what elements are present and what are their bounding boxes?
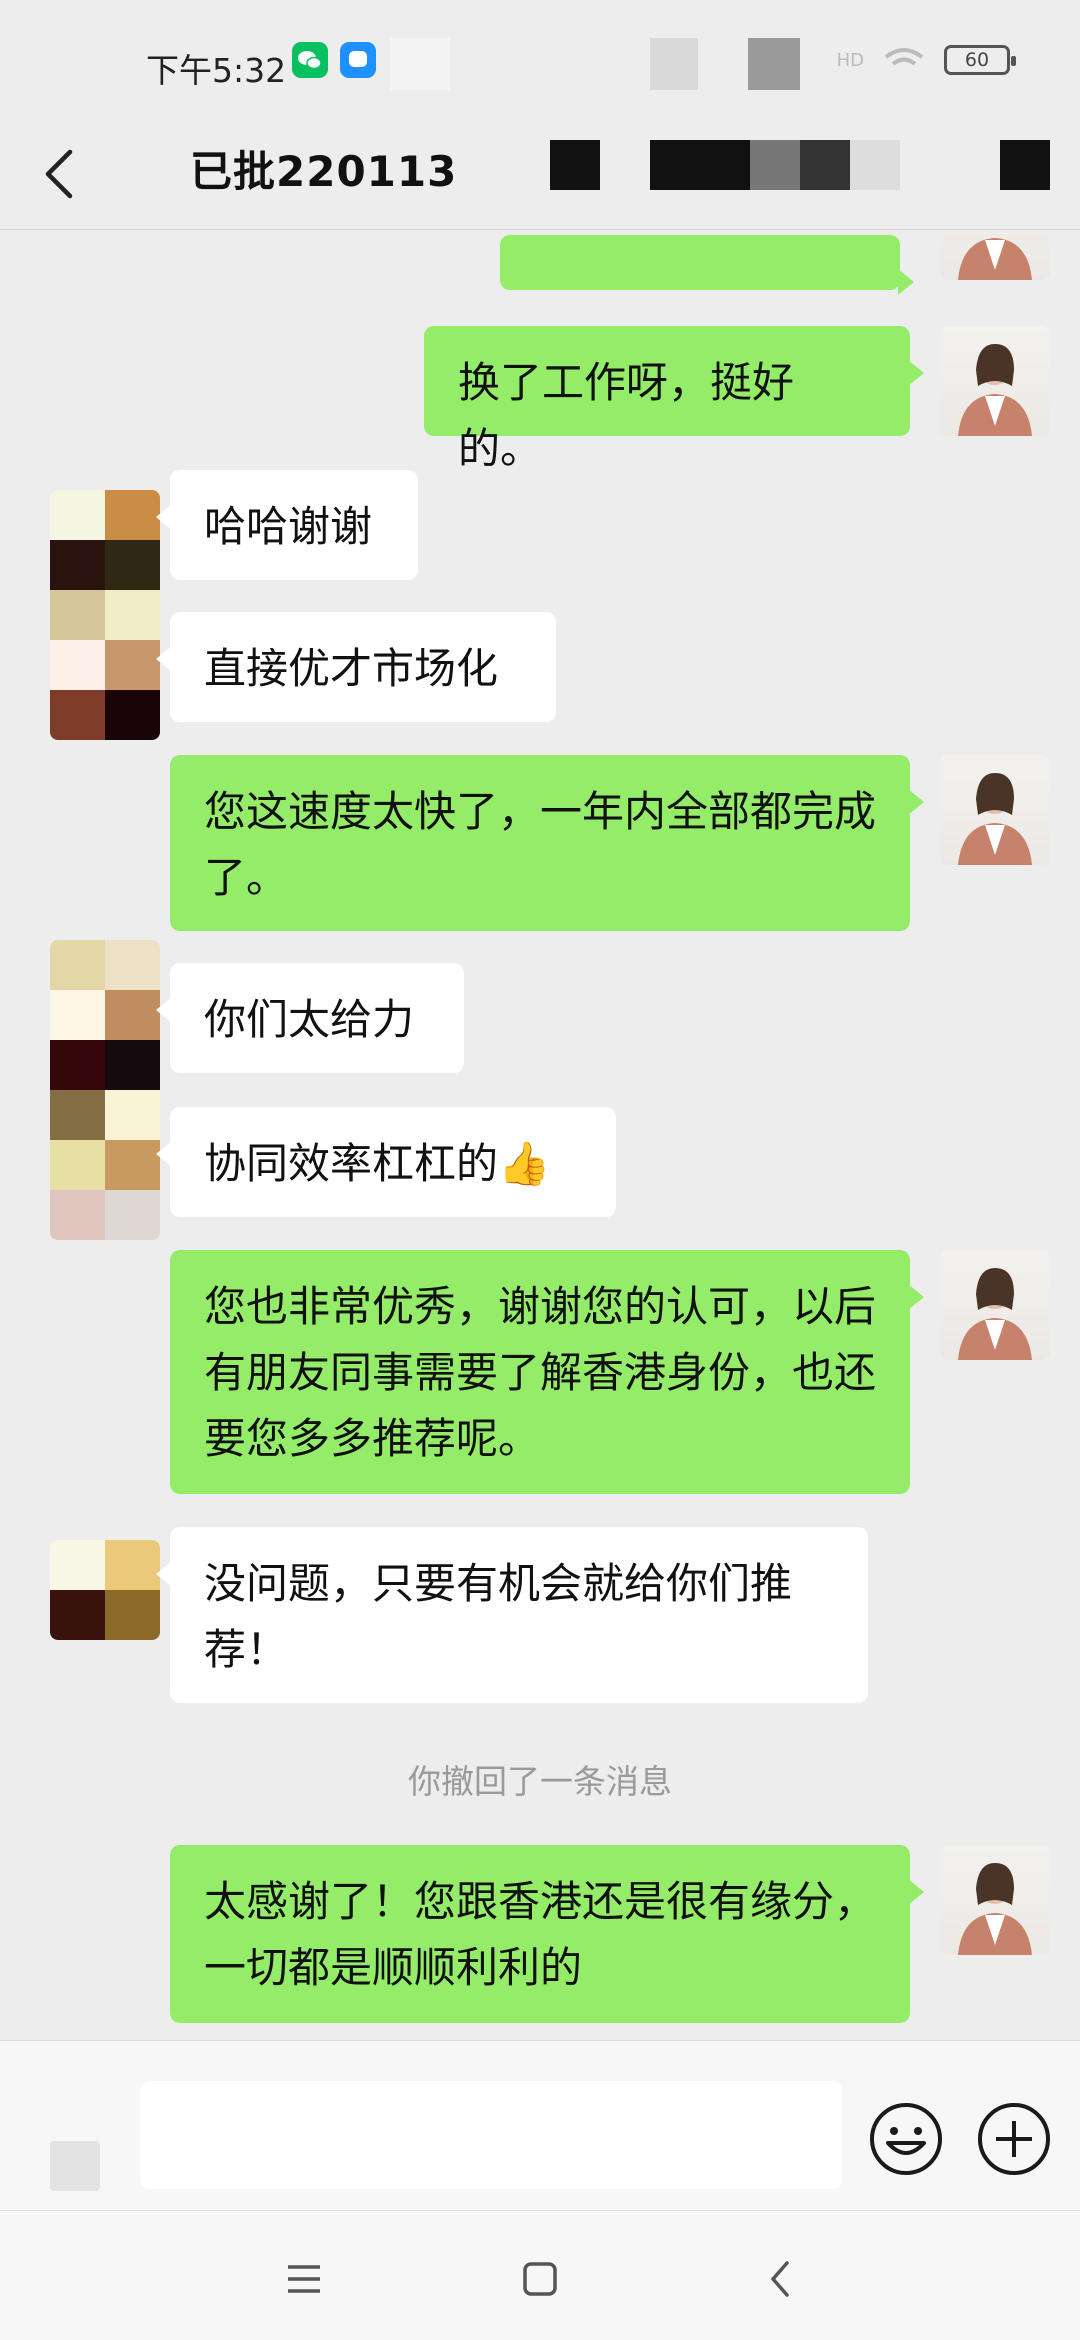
contact-avatar[interactable] <box>50 940 160 1240</box>
message-text: 哈哈谢谢 <box>204 502 373 551</box>
redacted-title-part <box>1000 140 1050 190</box>
message-text: 您这速度太快了，一年内全部都完成了。 <box>204 787 877 902</box>
message-bubble-outgoing[interactable]: 换了工作呀，挺好的。 <box>424 326 924 473</box>
redacted-status-icons <box>650 38 698 90</box>
wechat-notification-icon <box>292 42 328 78</box>
back-button[interactable] <box>28 142 92 206</box>
message-bubble-incoming[interactable]: 你们太给力 <box>156 963 464 1073</box>
message-bubble-outgoing[interactable]: 您这速度太快了，一年内全部都完成了。 <box>170 755 924 931</box>
signal-icon: HD <box>836 49 864 71</box>
redacted-title-part <box>550 140 600 190</box>
message-bubble-outgoing[interactable]: 太感谢了！您跟香港还是很有缘分，一切都是顺顺利利的 <box>170 1845 924 2023</box>
battery-icon: 60 <box>944 45 1016 75</box>
message-list[interactable]: 换了工作呀，挺好的。 哈哈谢谢 直接优才市场化 您这速度太快了，一年内全部都完成… <box>0 230 1080 2040</box>
message-text: 你们太给力 <box>204 995 415 1044</box>
my-avatar[interactable] <box>940 230 1050 280</box>
redacted-title-part <box>650 140 750 190</box>
redacted-status-icons <box>390 38 450 90</box>
system-status-icons: HD 60 <box>836 40 1016 80</box>
message-notification-icon <box>340 42 376 78</box>
home-square-icon <box>523 2262 557 2296</box>
home-button[interactable] <box>512 2251 568 2307</box>
message-bubble-incoming[interactable]: 哈哈谢谢 <box>156 470 418 580</box>
menu-button[interactable] <box>276 2251 332 2307</box>
message-bubble-outgoing[interactable]: 您也非常优秀，谢谢您的认可，以后有朋友同事需要了解香港身份，也还要您多多推荐呢。 <box>170 1250 924 1494</box>
message-text: 协同效率杠杠的 <box>204 1139 499 1188</box>
menu-icon <box>288 2265 320 2293</box>
back-icon <box>771 2261 789 2297</box>
system-back-button[interactable] <box>752 2251 808 2307</box>
message-text: 直接优才市场化 <box>204 644 499 693</box>
input-bar <box>0 2040 1080 2210</box>
message-text: 没问题，只要有机会就给你们推荐！ <box>204 1559 793 1674</box>
plus-circle-icon <box>978 2103 1050 2175</box>
battery-level: 60 <box>964 49 990 71</box>
message-input[interactable] <box>140 2081 842 2189</box>
voice-toggle-button[interactable] <box>50 2141 100 2191</box>
my-avatar[interactable] <box>940 1845 1050 1955</box>
thumbs-up-emoji: 👍 <box>498 1139 551 1188</box>
redacted-title-part <box>850 140 900 190</box>
status-bar: 下午5:32 HD 60 <box>0 0 1080 120</box>
message-text: 太感谢了！您跟香港还是很有缘分，一切都是顺顺利利的 <box>204 1877 877 1992</box>
chat-title: 已批220113 <box>190 147 458 196</box>
contact-avatar[interactable] <box>50 490 160 740</box>
message-bubble-incoming[interactable]: 没问题，只要有机会就给你们推荐！ <box>156 1527 868 1703</box>
emoji-button[interactable] <box>868 2101 944 2177</box>
message-bubble-outgoing[interactable] <box>500 235 914 295</box>
redacted-status-icons <box>748 38 800 90</box>
my-avatar[interactable] <box>940 1250 1050 1360</box>
more-button[interactable] <box>976 2101 1052 2177</box>
my-avatar[interactable] <box>940 755 1050 865</box>
message-bubble-incoming[interactable]: 协同效率杠杠的👍 <box>156 1107 616 1217</box>
message-text: 换了工作呀，挺好的。 <box>458 358 795 473</box>
status-time: 下午5:32 <box>146 51 287 90</box>
system-navigation-bar <box>0 2210 1080 2340</box>
chevron-left-icon <box>45 149 73 199</box>
chat-header: 已批220113 <box>0 120 1080 230</box>
message-bubble-incoming[interactable]: 直接优才市场化 <box>156 612 556 722</box>
recalled-message-notice: 你撤回了一条消息 <box>408 1762 672 1801</box>
redacted-title-part <box>750 140 800 190</box>
wifi-icon <box>884 48 924 66</box>
my-avatar[interactable] <box>940 326 1050 436</box>
smiley-icon <box>870 2103 942 2175</box>
redacted-title-part <box>800 140 850 190</box>
contact-avatar[interactable] <box>50 1540 160 1640</box>
message-text: 您也非常优秀，谢谢您的认可，以后有朋友同事需要了解香港身份，也还要您多多推荐呢。 <box>204 1282 877 1463</box>
